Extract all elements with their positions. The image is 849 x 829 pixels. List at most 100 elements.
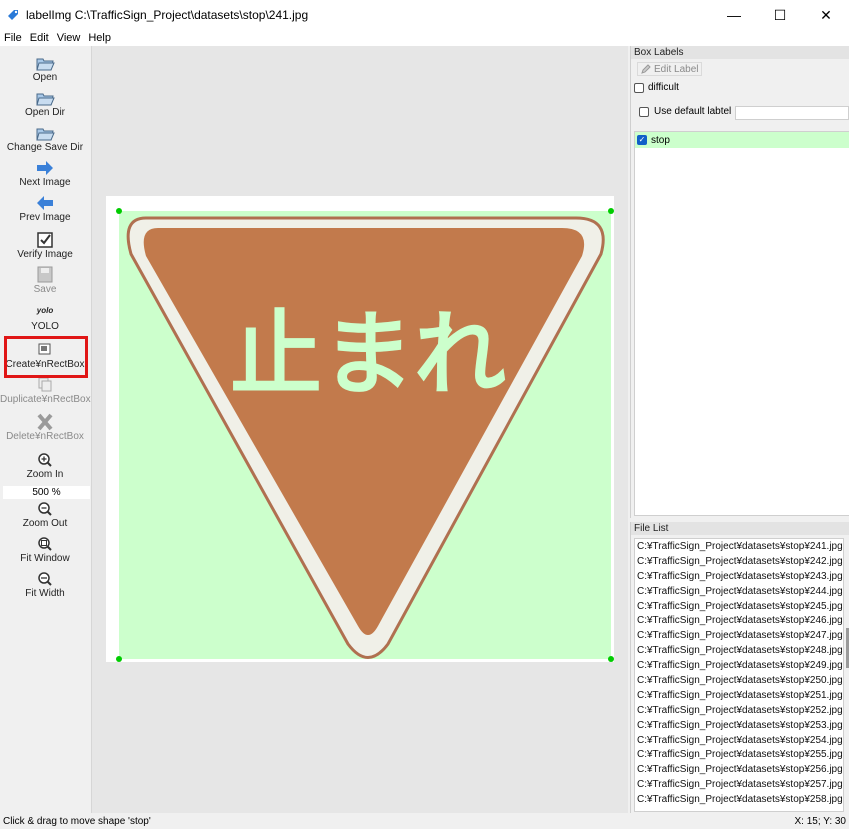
next-image-button[interactable]: Next Image	[0, 159, 90, 188]
edit-label-text: Edit Label	[654, 63, 699, 75]
sign-text: 止まれ	[230, 301, 506, 408]
maximize-button[interactable]: ☐	[757, 0, 803, 30]
image-view[interactable]: 止まれ	[106, 196, 614, 662]
status-message: Click & drag to move shape 'stop'	[3, 815, 151, 827]
list-item[interactable]: C:¥TrafficSign_Project¥datasets¥stop¥243…	[635, 569, 843, 584]
list-item[interactable]: C:¥TrafficSign_Project¥datasets¥stop¥255…	[635, 747, 843, 762]
default-label-input[interactable]	[735, 106, 849, 120]
list-item[interactable]: C:¥TrafficSign_Project¥datasets¥stop¥252…	[635, 703, 843, 718]
zoom-in-icon	[38, 453, 52, 467]
list-item[interactable]: C:¥TrafficSign_Project¥datasets¥stop¥248…	[635, 643, 843, 658]
save-icon	[37, 266, 53, 283]
file-list-header: File List	[631, 522, 849, 535]
file-list-panel: File List C:¥TrafficSign_Project¥dataset…	[630, 522, 849, 813]
list-item[interactable]: C:¥TrafficSign_Project¥datasets¥stop¥253…	[635, 718, 843, 733]
verify-image-label: Verify Image	[17, 249, 73, 260]
verify-image-button[interactable]: Verify Image	[0, 231, 90, 260]
open-button[interactable]: Open	[0, 54, 90, 83]
prev-image-label: Prev Image	[19, 212, 71, 223]
next-image-label: Next Image	[19, 177, 71, 188]
box-handle-top-left[interactable]	[116, 208, 122, 214]
change-save-dir-button[interactable]: Change Save Dir	[0, 124, 90, 153]
fit-width-button[interactable]: Fit Width	[0, 570, 90, 599]
label-list[interactable]: ✓ stop	[634, 131, 849, 516]
delete-rectbox-button[interactable]: Delete¥nRectBox	[0, 413, 90, 442]
minimize-button[interactable]: —	[711, 0, 757, 30]
copy-icon	[38, 377, 52, 392]
box-labels-header: Box Labels	[631, 46, 849, 59]
list-item[interactable]: C:¥TrafficSign_Project¥datasets¥stop¥256…	[635, 762, 843, 777]
zoom-out-label: Zoom Out	[22, 518, 68, 529]
list-item[interactable]: C:¥TrafficSign_Project¥datasets¥stop¥257…	[635, 777, 843, 792]
list-item[interactable]: C:¥TrafficSign_Project¥datasets¥stop¥242…	[635, 554, 843, 569]
edit-label-button[interactable]: Edit Label	[637, 62, 703, 76]
prev-image-button[interactable]: Prev Image	[0, 194, 90, 223]
list-item[interactable]: C:¥TrafficSign_Project¥datasets¥stop¥244…	[635, 584, 843, 599]
pencil-icon	[641, 64, 651, 74]
folder-open-icon	[36, 58, 55, 71]
list-item[interactable]: C:¥TrafficSign_Project¥datasets¥stop¥250…	[635, 673, 843, 688]
zoom-out-icon	[38, 502, 52, 516]
menu-bar: File Edit View Help	[0, 30, 849, 46]
annotated-image[interactable]: 止まれ	[106, 196, 614, 662]
format-label: YOLO	[31, 321, 59, 332]
change-save-dir-label: Change Save Dir	[6, 142, 84, 153]
list-item[interactable]: C:¥TrafficSign_Project¥datasets¥stop¥254…	[635, 733, 843, 748]
duplicate-rectbox-label: Duplicate¥nRectBox	[0, 394, 91, 405]
fit-width-icon	[38, 572, 52, 586]
format-toggle-button[interactable]: YOLO	[0, 321, 90, 332]
open-dir-button[interactable]: Open Dir	[0, 89, 90, 118]
highlight-annotation	[4, 336, 88, 378]
fit-window-button[interactable]: Fit Window	[0, 535, 90, 564]
zoom-in-button[interactable]: Zoom In	[0, 451, 90, 480]
menu-help[interactable]: Help	[84, 32, 115, 44]
title-bar: labelImg C:\TrafficSign_Project\datasets…	[0, 0, 849, 30]
label-item-text: stop	[651, 134, 670, 146]
yolo-format-icon: yolo	[36, 306, 54, 315]
arrow-left-icon	[37, 196, 53, 210]
tool-bar: Open Open Dir Change Save Dir Next Image…	[0, 46, 92, 813]
menu-file[interactable]: File	[0, 32, 26, 44]
list-item[interactable]: ✓ stop	[635, 132, 849, 148]
list-item[interactable]: C:¥TrafficSign_Project¥datasets¥stop¥245…	[635, 599, 843, 614]
duplicate-rectbox-button[interactable]: Duplicate¥nRectBox	[0, 376, 91, 405]
box-handle-bottom-right[interactable]	[608, 656, 614, 662]
box-handle-top-right[interactable]	[608, 208, 614, 214]
menu-edit[interactable]: Edit	[26, 32, 53, 44]
window-title: labelImg C:\TrafficSign_Project\datasets…	[26, 8, 309, 22]
use-default-label-text: Use default labtel	[654, 106, 732, 117]
cursor-coordinates: X: 15; Y: 30	[794, 815, 846, 827]
list-item[interactable]: C:¥TrafficSign_Project¥datasets¥stop¥251…	[635, 688, 843, 703]
save-button[interactable]: Save	[0, 266, 90, 295]
delete-rectbox-label: Delete¥nRectBox	[6, 431, 84, 442]
arrow-right-icon	[37, 161, 53, 175]
file-list-scrollbar[interactable]	[845, 538, 849, 812]
use-default-label-checkbox[interactable]: Use default labtel	[639, 106, 731, 117]
zoom-in-label: Zoom In	[26, 469, 64, 480]
list-item[interactable]: C:¥TrafficSign_Project¥datasets¥stop¥249…	[635, 658, 843, 673]
box-handle-bottom-left[interactable]	[116, 656, 122, 662]
close-button[interactable]: ✕	[803, 0, 849, 30]
delete-x-icon	[37, 413, 53, 431]
list-item[interactable]: C:¥TrafficSign_Project¥datasets¥stop¥241…	[635, 539, 843, 554]
folder-open-icon	[36, 128, 55, 141]
use-default-label-checkbox-box[interactable]	[639, 106, 649, 117]
difficult-checkbox[interactable]: difficult	[634, 82, 679, 93]
menu-view[interactable]: View	[53, 32, 85, 44]
zoom-level-spinbox[interactable]: 500 %	[3, 486, 90, 499]
checked-icon[interactable]: ✓	[637, 135, 647, 145]
difficult-checkbox-box[interactable]	[634, 82, 644, 93]
list-item[interactable]: C:¥TrafficSign_Project¥datasets¥stop¥246…	[635, 613, 843, 628]
open-dir-label: Open Dir	[24, 107, 65, 118]
save-label: Save	[33, 284, 57, 295]
zoom-out-button[interactable]: Zoom Out	[0, 500, 90, 529]
list-item[interactable]: C:¥TrafficSign_Project¥datasets¥stop¥258…	[635, 792, 843, 807]
difficult-label: difficult	[648, 82, 679, 93]
checkbox-icon	[37, 232, 53, 248]
box-labels-panel: Box Labels Edit Label difficult Use defa…	[630, 46, 849, 518]
folder-open-icon	[36, 93, 55, 106]
file-list[interactable]: C:¥TrafficSign_Project¥datasets¥stop¥241…	[634, 538, 844, 812]
status-bar: Click & drag to move shape 'stop' X: 15;…	[0, 813, 849, 829]
open-label: Open	[32, 72, 58, 83]
list-item[interactable]: C:¥TrafficSign_Project¥datasets¥stop¥247…	[635, 628, 843, 643]
